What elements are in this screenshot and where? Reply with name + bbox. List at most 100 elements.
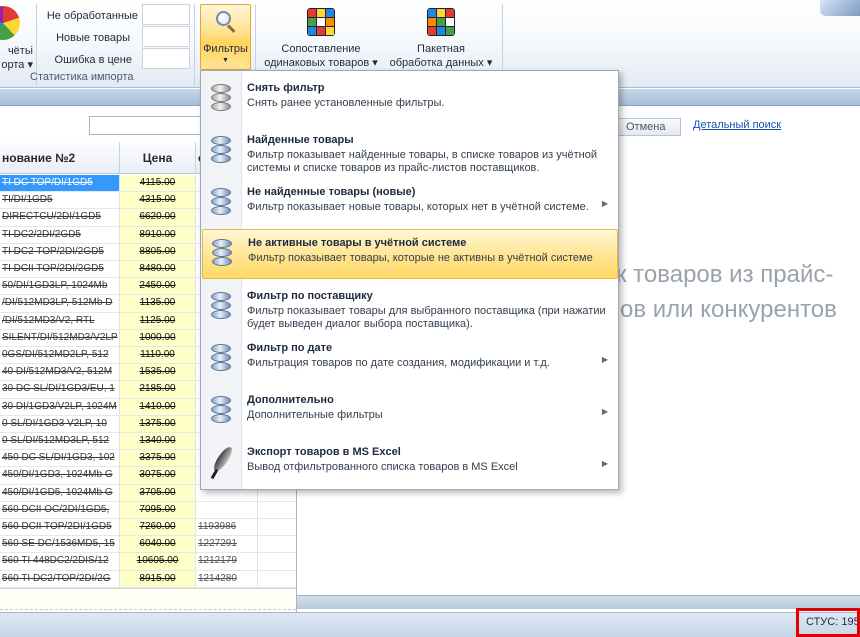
menu-item-7[interactable]: Экспорт товаров в MS Excel Вывод отфильтр… xyxy=(202,439,618,489)
menu-item-4[interactable]: Фильтр по поставщику Фильтр показывает то… xyxy=(202,283,618,333)
rubiks-cube-icon xyxy=(307,8,335,36)
menu-item-2[interactable]: Не найденные товары (новые) Фильтр показы… xyxy=(202,179,618,229)
cell-price: 10605.00 xyxy=(120,553,196,570)
cell-price: 1000.00 xyxy=(120,329,196,346)
menu-item-title: Фильтр по поставщику xyxy=(247,290,373,302)
status-bar xyxy=(0,612,860,637)
cell-code: 1214280 xyxy=(196,570,258,587)
advanced-search-link[interactable]: Детальный поиск xyxy=(693,119,781,131)
menu-item-3[interactable]: Не активные товары в учётной системе Филь… xyxy=(202,229,618,279)
cell-extra xyxy=(258,536,296,552)
database-icon xyxy=(211,188,231,218)
rubiks-cube-icon xyxy=(427,8,455,36)
table-row[interactable]: 560 DCII TOP/2DI/1GD5 7260.00 1193986 xyxy=(0,519,296,537)
cell-price: 4115.00 xyxy=(120,175,196,192)
app-corner-icon xyxy=(820,0,860,16)
cell-name: /DI/512MD3LP, 512Mb D xyxy=(0,295,120,312)
cell-name: 0 SL/DI/1GD3 V2LP, 10 xyxy=(0,415,120,432)
cell-extra xyxy=(258,571,296,587)
cell-price: 4315.00 xyxy=(120,192,196,209)
menu-item-description: Фильтр показывает товары для выбранного … xyxy=(247,305,606,330)
batch-processing-label: Пакетная обработка данных ▾ xyxy=(384,42,498,70)
stat-new-items-label: Новые товары xyxy=(56,32,130,44)
cell-name: 0GS/DI/512MD2LP, 512 xyxy=(0,347,120,364)
stat-not-processed-value xyxy=(142,4,190,25)
database-icon xyxy=(211,344,231,374)
menu-item-0[interactable]: Снять фильтр Снять ранее установленные фи… xyxy=(202,75,618,125)
table-row[interactable]: 560 SE DC/1536MD5, 15 6040.00 1227291 xyxy=(0,536,296,554)
menu-item-title: Не активные товары в учётной системе xyxy=(248,237,467,249)
cell-price: 8805.00 xyxy=(120,243,196,260)
cell-name: SILENT/DI/512MD3/V2LP xyxy=(0,329,120,346)
menu-item-6[interactable]: Дополнительно Дополнительные фильтры ▶ xyxy=(202,387,618,437)
menu-item-description: Фильтр показывает новые товары, которых … xyxy=(247,201,589,213)
submenu-arrow-icon: ▶ xyxy=(601,407,608,416)
cell-extra xyxy=(258,502,296,518)
cell-price: 2185.00 xyxy=(120,381,196,398)
menu-item-title: Дополнительно xyxy=(247,394,334,406)
cell-name: 50/DI/1GD3LP, 1024Mb xyxy=(0,278,120,295)
cell-price: 1410.00 xyxy=(120,398,196,415)
chevron-down-icon: ▼ xyxy=(222,57,229,64)
status-count-label: СТУС: 1951 xyxy=(796,608,860,637)
database-grey-icon xyxy=(211,84,231,114)
database-icon xyxy=(212,239,232,269)
cancel-button[interactable]: Отмена xyxy=(617,118,681,136)
menu-item-description: Фильтрация товаров по дате создания, мод… xyxy=(247,357,550,369)
menu-item-title: Не найденные товары (новые) xyxy=(247,186,416,198)
cell-price: 6620.00 xyxy=(120,209,196,226)
cell-name: /DI/512MD3/V2, RTL xyxy=(0,312,120,329)
cell-name: 560 DCII OC/2DI/1GD5, xyxy=(0,501,120,518)
cell-name: TI DC TOP/DI/1GD5 xyxy=(0,175,120,192)
cell-code xyxy=(196,501,258,518)
table-row[interactable]: 560 DCII OC/2DI/1GD5, 7095.00 xyxy=(0,501,296,519)
batch-processing-label-line2: обработка данных ▾ xyxy=(389,57,493,69)
submenu-arrow-icon: ▶ xyxy=(601,459,608,468)
database-icon xyxy=(211,396,231,426)
menu-item-title: Экспорт товаров в MS Excel xyxy=(247,446,401,458)
cell-name: 560 TI 448DC2/2DIS/12 xyxy=(0,553,120,570)
table-row[interactable]: 560 TI DC2/TOP/2DI/2G 8915.00 1214280 xyxy=(0,570,296,588)
cell-price: 1110.00 xyxy=(120,347,196,364)
table-row[interactable]: 560 TI 448DC2/2DIS/12 10605.00 1212179 xyxy=(0,553,296,571)
magnifier-icon xyxy=(216,11,236,33)
submenu-arrow-icon: ▶ xyxy=(601,199,608,208)
menu-item-5[interactable]: Фильтр по дате Фильтрация товаров по дате… xyxy=(202,335,618,385)
cell-name: 560 SE DC/1536MD5, 15 xyxy=(0,536,120,553)
menu-item-title: Фильтр по дате xyxy=(247,342,333,354)
cell-name: 30 DC SL/DI/1GD3/EU, 1 xyxy=(0,381,120,398)
compare-items-label: Сопоставление одинаковых товаров ▾ xyxy=(258,42,384,70)
filters-button[interactable]: Фильтры ▼ xyxy=(200,4,251,70)
cell-price: 3375.00 xyxy=(120,450,196,467)
database-icon xyxy=(211,292,231,322)
cell-price: 1535.00 xyxy=(120,364,196,381)
cell-price: 1125.00 xyxy=(120,312,196,329)
filters-dropdown-menu: Снять фильтр Снять ранее установленные фи… xyxy=(200,70,619,490)
cell-name: 0 SL/DI/512MD3LP, 512 xyxy=(0,433,120,450)
horizontal-scrollbar[interactable] xyxy=(297,595,860,609)
cell-name: 450/DI/1GD5, 1024Mb G xyxy=(0,484,120,501)
cell-price: 6040.00 xyxy=(120,536,196,553)
stat-not-processed-label: Не обработанные xyxy=(46,10,138,22)
menu-item-title: Найденные товары xyxy=(247,134,354,146)
cell-extra xyxy=(258,553,296,569)
cell-price: 7260.00 xyxy=(120,519,196,536)
column-header-price[interactable]: Цена xyxy=(120,142,196,174)
cell-name: 450 DC SL/DI/1GD3, 102 xyxy=(0,450,120,467)
stat-price-error-label: Ошибка в цене xyxy=(54,54,132,66)
filters-button-label: Фильтры xyxy=(203,43,248,55)
cell-price: 1135.00 xyxy=(120,295,196,312)
submenu-arrow-icon: ▶ xyxy=(601,355,608,364)
database-icon xyxy=(211,136,231,166)
quill-icon xyxy=(210,444,235,480)
cell-name: TI/DI/1GD5 xyxy=(0,192,120,209)
menu-item-1[interactable]: Найденные товары Фильтр показывает найден… xyxy=(202,127,618,177)
cell-code: 1193986 xyxy=(196,519,258,536)
batch-processing-label-line1: Пакетная xyxy=(417,43,465,55)
column-header-name[interactable]: нование №2 xyxy=(0,142,120,174)
cell-code: 1212179 xyxy=(196,553,258,570)
cell-name: 40 DI/512MD3/V2, 512M xyxy=(0,364,120,381)
cell-name: TI DC2 TOP/2DI/2GD5 xyxy=(0,243,120,260)
cell-name: 560 TI DC2/TOP/2DI/2G xyxy=(0,570,120,587)
cell-extra xyxy=(258,519,296,535)
